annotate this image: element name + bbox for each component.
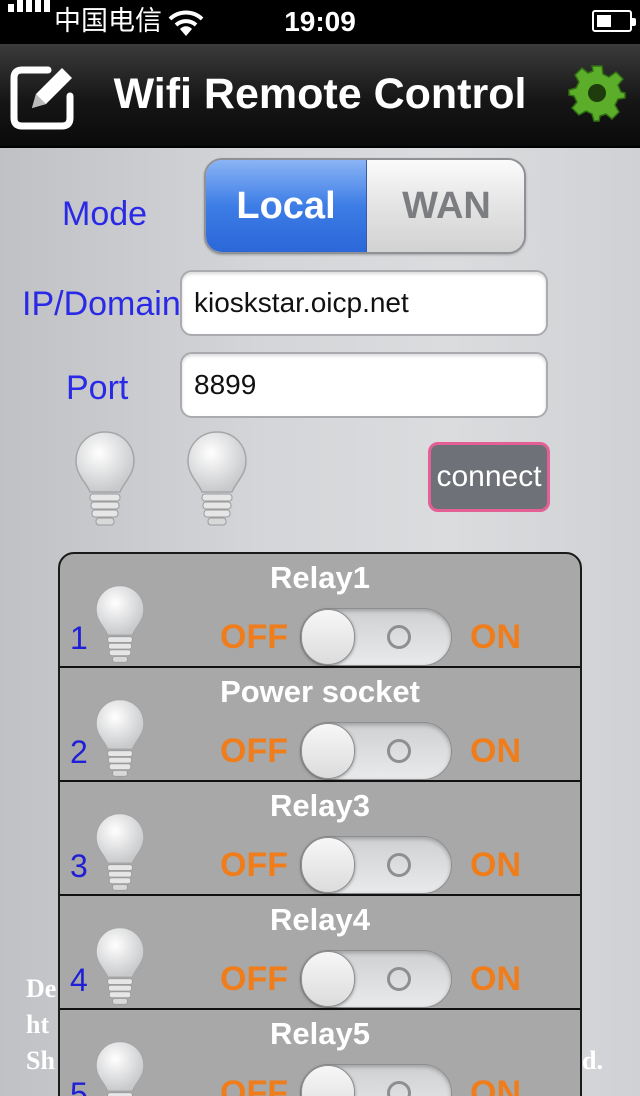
off-label: OFF [220, 1074, 288, 1096]
off-label: OFF [220, 960, 288, 998]
relay-number: 2 [70, 734, 88, 770]
battery-icon [592, 10, 636, 32]
relay-number: 5 [70, 1076, 88, 1096]
bulb-icon [95, 585, 145, 663]
relay-toggle-switch[interactable] [300, 722, 452, 780]
bulb-icon [95, 1041, 145, 1096]
footer-text-line3-end: d. [582, 1046, 603, 1075]
relay-number: 3 [70, 848, 88, 884]
off-label: OFF [220, 732, 288, 770]
on-label: ON [470, 1074, 521, 1096]
relay-row: Power socket 2 OFF ON [60, 668, 580, 782]
relay-toggle-switch[interactable] [300, 836, 452, 894]
on-label: ON [470, 846, 521, 884]
nav-bar: Wifi Remote Control [0, 44, 640, 148]
toggle-knob[interactable] [301, 609, 355, 665]
relay-number: 4 [70, 962, 88, 998]
status-bar: 中国电信 19:09 [0, 0, 640, 44]
relay-row: Relay5 5 OFF ON [60, 1010, 580, 1096]
footer-text-line1: De [26, 974, 57, 1003]
status-bulb-icon [75, 431, 135, 526]
bulb-icon [95, 813, 145, 891]
on-label: ON [470, 732, 521, 770]
mode-wan-segment[interactable]: WAN [367, 160, 524, 252]
relay-row: Relay1 1 OFF ON [60, 554, 580, 668]
gear-icon[interactable] [568, 64, 626, 122]
toggle-knob[interactable] [301, 723, 355, 779]
off-label: OFF [220, 846, 288, 884]
page-title: Wifi Remote Control [113, 70, 527, 118]
relay-row: Relay3 3 OFF ON [60, 782, 580, 896]
toggle-knob[interactable] [301, 951, 355, 1007]
status-time: 19:09 [284, 6, 356, 37]
status-bulb-icon [187, 431, 247, 526]
mode-local-segment[interactable]: Local [206, 160, 367, 252]
relay-number: 1 [70, 620, 88, 656]
toggle-knob[interactable] [301, 837, 355, 893]
bulb-icon [95, 927, 145, 1005]
ip-domain-input[interactable]: kioskstar.oicp.net [180, 270, 548, 336]
port-label: Port [66, 369, 129, 407]
relay-list: Relay1 1 OFF ON Power socket 2 OFF ON Re… [58, 552, 582, 1096]
relay-toggle-switch[interactable] [300, 950, 452, 1008]
mode-segmented-control: Local WAN [204, 158, 526, 254]
relay-toggle-switch[interactable] [300, 608, 452, 666]
port-input[interactable]: 8899 [180, 352, 548, 418]
connect-button[interactable]: connect [428, 442, 550, 512]
on-label: ON [470, 960, 521, 998]
bulb-icon [95, 699, 145, 777]
off-label: OFF [220, 618, 288, 656]
on-label: ON [470, 618, 521, 656]
toggle-knob[interactable] [301, 1065, 355, 1096]
ip-domain-label: IP/Domain [22, 285, 181, 323]
relay-row: Relay4 4 OFF ON [60, 896, 580, 1010]
mode-label: Mode [62, 195, 148, 233]
relay-toggle-switch[interactable] [300, 1064, 452, 1096]
footer-text-line3: Sh [26, 1046, 55, 1075]
footer-text-line2: ht [26, 1010, 50, 1039]
content-area: Mode Local WAN IP/Domain kioskstar.oicp.… [0, 148, 640, 1096]
